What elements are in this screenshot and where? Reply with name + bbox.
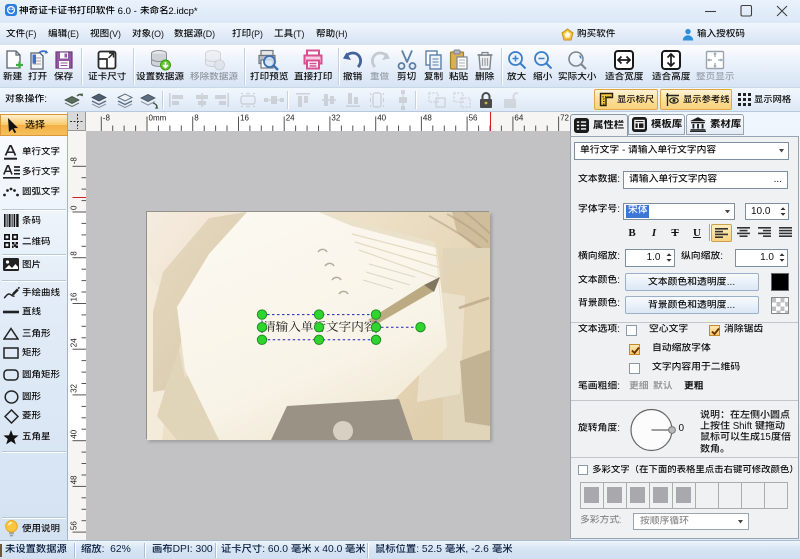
svg-text:0mm: 0mm <box>149 114 167 123</box>
svg-text:40: 40 <box>377 114 386 123</box>
svg-text:8: 8 <box>70 251 79 256</box>
svg-text:64: 64 <box>514 114 523 123</box>
svg-text:48: 48 <box>423 114 432 123</box>
svg-text:8: 8 <box>194 114 199 123</box>
svg-text:-8: -8 <box>70 157 79 165</box>
svg-text:56: 56 <box>469 114 478 123</box>
svg-text:16: 16 <box>70 292 79 301</box>
svg-text:24: 24 <box>70 338 79 347</box>
svg-text:32: 32 <box>70 383 79 392</box>
svg-text:48: 48 <box>70 475 79 484</box>
svg-text:40: 40 <box>70 429 79 438</box>
svg-text:72: 72 <box>560 114 569 123</box>
svg-text:56: 56 <box>70 521 79 530</box>
svg-text:24: 24 <box>286 114 295 123</box>
svg-text:-8: -8 <box>103 114 111 123</box>
svg-text:16: 16 <box>240 114 249 123</box>
svg-text:32: 32 <box>331 114 340 123</box>
svg-text:0: 0 <box>70 205 79 210</box>
